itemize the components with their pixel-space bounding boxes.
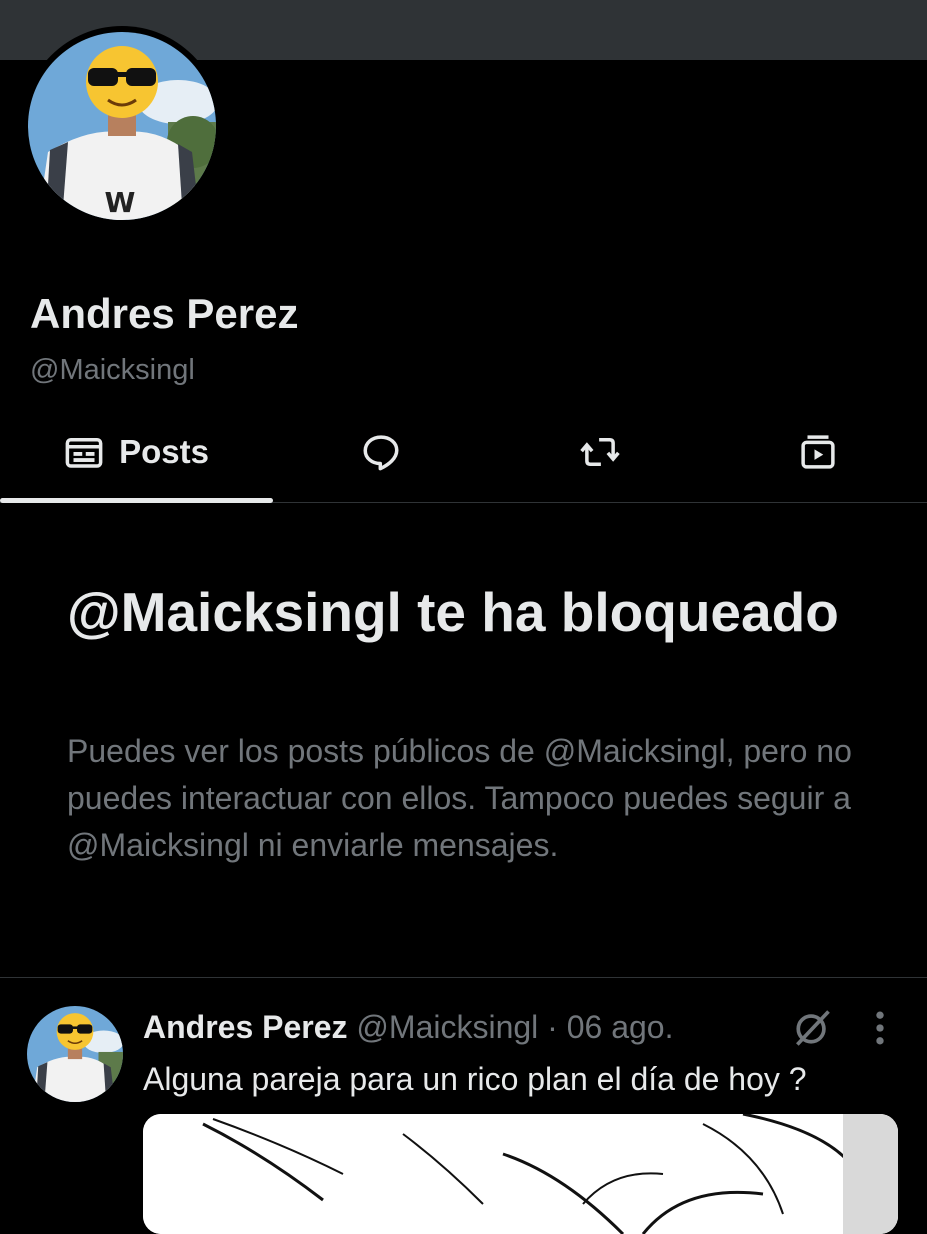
post-avatar[interactable] [27, 1006, 123, 1102]
tab-media[interactable] [709, 402, 927, 502]
more-options-icon[interactable] [862, 1006, 898, 1050]
tab-posts[interactable]: Posts [0, 402, 273, 503]
post-date[interactable]: 06 ago. [567, 1009, 674, 1045]
post-author-handle[interactable]: @Maicksingl [356, 1009, 538, 1045]
tab-posts-label: Posts [119, 433, 209, 470]
grok-icon[interactable] [790, 1006, 834, 1050]
reposts-icon [579, 438, 620, 466]
tab-reposts[interactable] [490, 402, 708, 502]
profile-avatar[interactable]: W [28, 32, 216, 220]
post-header: Andres Perez @Maicksingl · 06 ago. [143, 1007, 673, 1047]
profile-tabs: Posts [0, 402, 927, 503]
post-avatar-photo [27, 1006, 123, 1102]
avatar-photo: W [28, 32, 216, 220]
post-author-name[interactable]: Andres Perez [143, 1009, 348, 1045]
profile-handle: @Maicksingl [30, 354, 195, 386]
tab-selected-indicator [0, 498, 273, 503]
post-text: Alguna pareja para un rico plan el día d… [143, 1061, 807, 1097]
media-icon [801, 435, 835, 469]
post-media-image[interactable] [143, 1114, 898, 1234]
blocked-message: Puedes ver los posts públicos de @Maicks… [67, 733, 852, 863]
tab-replies[interactable] [272, 402, 490, 502]
svg-text:W: W [105, 186, 136, 219]
profile-display-name: Andres Perez [30, 290, 299, 337]
posts-icon [65, 438, 103, 468]
divider [0, 977, 927, 978]
blocked-title: @Maicksingl te ha bloqueado [67, 581, 839, 643]
replies-icon [363, 435, 399, 471]
post-media-illustration [143, 1114, 898, 1234]
post-separator: · [547, 1009, 558, 1045]
